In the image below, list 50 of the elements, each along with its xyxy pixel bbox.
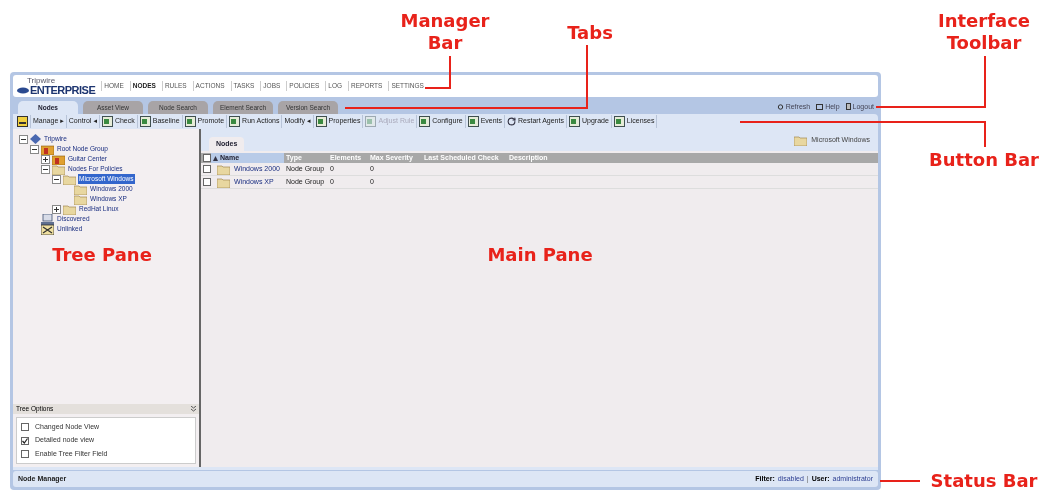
folder-icon — [74, 193, 87, 205]
annotation-label: Main Pane — [486, 244, 594, 266]
document-icon — [229, 116, 241, 127]
expand-icon[interactable] — [52, 204, 61, 214]
document-icon — [315, 116, 327, 127]
leader-line — [879, 480, 921, 482]
document-icon — [568, 116, 580, 127]
broken-link-icon — [41, 223, 54, 235]
document-icon — [365, 116, 377, 127]
annotation-label: Manager Bar — [400, 10, 490, 54]
diamond-icon — [30, 134, 41, 144]
checkbox[interactable] — [202, 154, 211, 162]
checkbox[interactable] — [21, 423, 29, 431]
document-icon — [467, 116, 479, 127]
collapse-icon[interactable] — [19, 134, 28, 144]
door-icon — [845, 103, 851, 111]
folder-icon — [63, 173, 76, 185]
document-icon — [101, 116, 113, 127]
sort-ascending-icon — [213, 155, 218, 161]
folder-icon — [74, 183, 87, 195]
document-icon — [613, 116, 625, 127]
refresh-icon — [776, 103, 784, 110]
document-icon — [139, 116, 151, 127]
folder-icon — [41, 143, 54, 155]
collapse-icon[interactable] — [41, 164, 50, 174]
annotation-label: Tabs — [566, 22, 614, 44]
book-icon — [816, 103, 824, 110]
checkbox[interactable] — [21, 450, 29, 458]
folder-icon — [52, 163, 65, 175]
checkbox[interactable] — [202, 178, 211, 186]
folder-icon — [52, 153, 65, 165]
annotation-label: Interface Toolbar — [936, 10, 1032, 54]
document-icon — [419, 116, 431, 127]
collapse-icon[interactable] — [30, 144, 39, 154]
computer-icon — [41, 213, 54, 225]
logo: Tripwire ENTERPRISE — [17, 76, 96, 96]
folder-icon — [63, 203, 76, 215]
document-icon — [184, 116, 196, 127]
collapse-icon[interactable] — [52, 174, 61, 184]
checkbox[interactable] — [202, 165, 211, 173]
annotation-label: Button Bar — [928, 149, 1040, 171]
checkbox[interactable] — [21, 436, 29, 445]
folder-icon — [794, 134, 808, 146]
folder-icon — [217, 176, 230, 188]
annotation-label: Status Bar — [929, 470, 1039, 491]
toolbar-button[interactable] — [15, 115, 31, 128]
window-icon — [17, 116, 28, 127]
expand-icon[interactable] — [41, 154, 50, 164]
refresh-icon — [507, 117, 517, 126]
annotation-label: Tree Pane — [51, 244, 153, 266]
